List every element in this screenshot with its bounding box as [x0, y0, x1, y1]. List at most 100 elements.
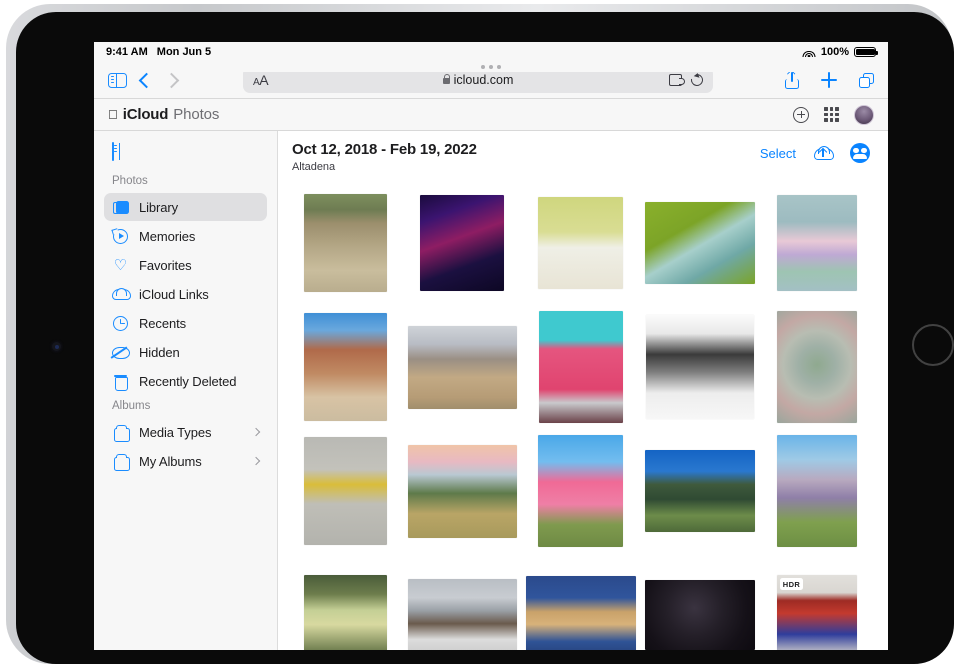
cursor-ring — [912, 324, 954, 366]
lock-icon — [442, 74, 451, 84]
photo-cell[interactable] — [764, 185, 871, 301]
photo-cell[interactable] — [292, 309, 399, 425]
photo-thumbnail-dessert-plate-on-green-cloth[interactable] — [644, 202, 755, 284]
photo-thumbnail-yellow-gerbera-daisy[interactable] — [303, 437, 387, 545]
text-size-button[interactable]: AA — [253, 72, 269, 88]
sidebar-item-label: Hidden — [139, 344, 180, 360]
photo-thumbnail-person-in-red-doorway[interactable]: HDR — [776, 575, 857, 650]
photo-thumbnail-pastries-on-white-plate[interactable] — [538, 197, 623, 289]
photo-thumbnail-mountain-pond-with-pines[interactable] — [644, 450, 755, 532]
photo-thumbnail-dancer-in-pink-dress-outdoors[interactable] — [538, 435, 623, 547]
sidebar-item-memories[interactable]: Memories — [104, 222, 267, 250]
chevron-right-icon — [251, 456, 261, 466]
brand-app-label: Photos — [163, 106, 219, 123]
photo-cell[interactable]: HDR — [764, 557, 871, 650]
photo-thumbnail-desert-boulders-landscape[interactable] — [407, 325, 517, 409]
dot — [497, 65, 501, 69]
trash-icon — [112, 373, 129, 391]
tabs-overview-icon[interactable] — [859, 72, 874, 88]
photo-thumbnail-dark-plums-closeup[interactable] — [644, 580, 755, 650]
sidebar-item-icloud-links[interactable]: iCloud Links — [104, 280, 267, 308]
sidebar-item-recents[interactable]: Recents — [104, 309, 267, 337]
photo-thumbnail-portrait-black-and-white-smile[interactable] — [645, 315, 754, 419]
photo-cell[interactable] — [407, 433, 517, 549]
status-time: 9:41 AM — [106, 46, 148, 58]
puzzle-extension-icon[interactable] — [669, 74, 685, 86]
forward-button[interactable] — [163, 72, 180, 88]
photo-thumbnail-portrait-striped-sweater-meadow[interactable] — [776, 435, 857, 547]
photo-thumbnail-green-plant-spike-closeup[interactable] — [303, 575, 387, 650]
photo-thumbnail-macarons-flower-arrangement[interactable] — [776, 195, 857, 291]
photo-cell[interactable] — [644, 185, 755, 301]
photo-cell[interactable] — [525, 557, 636, 650]
photo-cell[interactable] — [408, 185, 517, 301]
sidebar-item-media-types[interactable]: Media Types — [104, 418, 267, 446]
hdr-badge: HDR — [779, 578, 804, 590]
shared-album-icon[interactable] — [850, 143, 870, 163]
battery-icon — [854, 46, 878, 58]
sidebar-item-label: Recents — [139, 315, 186, 331]
sidebar-toggle-button[interactable] — [108, 72, 127, 88]
sidebar-sections: Photos Library Memories ♡ Favorites iCloud Li… — [94, 171, 277, 475]
photo-cell[interactable] — [644, 557, 755, 650]
photo-thumbnail-pink-frosted-layer-cake[interactable] — [538, 311, 623, 423]
cloud-upload-icon[interactable] — [814, 146, 834, 160]
url-text: icloud.com — [453, 73, 514, 87]
photo-cell[interactable] — [764, 309, 871, 425]
select-button[interactable]: Select — [760, 146, 796, 161]
sidebar-item-favorites[interactable]: ♡ Favorites — [104, 251, 267, 279]
page-title: Oct 12, 2018 - Feb 19, 2022 — [292, 141, 477, 158]
wifi-icon — [802, 47, 816, 57]
reload-icon[interactable] — [688, 71, 706, 89]
brand-icloud-label: iCloud — [113, 106, 169, 123]
sidebar-item-label: Recently Deleted — [139, 373, 237, 389]
sidebar-item-my-albums[interactable]: My Albums — [104, 447, 267, 475]
icloud-app-header:  iCloud Photos — [94, 99, 888, 131]
photo-thumbnail-person-in-field-at-sunset[interactable] — [407, 444, 517, 538]
photo-cell[interactable] — [407, 309, 517, 425]
photo-thumbnail-neon-burgers-diner-at-night[interactable] — [420, 195, 504, 291]
app-grid-icon[interactable] — [824, 107, 839, 122]
plus-icon[interactable] — [821, 72, 837, 88]
share-icon[interactable] — [785, 71, 799, 89]
address-bar-actions — [669, 71, 706, 89]
sidebar-item-hidden[interactable]: Hidden — [104, 338, 267, 366]
cloud-link-icon — [112, 286, 131, 303]
ios-status-bar: 9:41 AM Mon Jun 5 100% — [94, 42, 888, 62]
photo-cell[interactable] — [292, 433, 399, 549]
status-bar-left: 9:41 AM Mon Jun 5 — [106, 46, 211, 58]
front-camera-dot — [52, 342, 61, 351]
photo-thumbnail-portrait-cloudy-sky-background[interactable] — [407, 579, 517, 650]
sidebar-collapse-button[interactable] — [94, 139, 277, 171]
sidebar-item-library[interactable]: Library — [104, 193, 267, 221]
photo-cell[interactable] — [292, 557, 399, 650]
sidebar-panel-icon — [112, 142, 117, 161]
photo-cell[interactable] — [526, 433, 636, 549]
photo-thumbnail-red-rock-canyon-hiker[interactable] — [303, 313, 387, 421]
back-button[interactable] — [138, 72, 155, 88]
sidebar-item-recently-deleted[interactable]: Recently Deleted — [104, 367, 267, 395]
status-date: Mon Jun 5 — [156, 46, 212, 58]
photo-cell[interactable] — [407, 557, 517, 650]
photo-cell[interactable] — [644, 433, 755, 549]
circle-plus-icon[interactable] — [793, 106, 809, 123]
photo-thumbnail-succulent-echeveria-closeup[interactable] — [776, 311, 857, 423]
photo-thumbnail-child-with-yellow-float-in-river[interactable] — [303, 194, 387, 292]
photo-cell[interactable] — [526, 309, 636, 425]
user-avatar[interactable] — [854, 104, 874, 125]
sidebar-section-title: Photos — [112, 175, 148, 187]
clock-icon — [112, 315, 129, 332]
photos-header-actions: Select — [760, 141, 870, 163]
app-header-actions — [793, 104, 874, 125]
sidebar-item-label: Favorites — [139, 257, 192, 273]
photo-thumbnail-perfume-bottle-on-denim[interactable] — [525, 576, 636, 650]
safari-right-actions — [785, 71, 874, 89]
eye-slash-icon — [112, 344, 130, 361]
icloud-brand[interactable]:  iCloud Photos — [108, 106, 219, 123]
photos-sidebar: Photos Library Memories ♡ Favorites iCloud Li… — [94, 131, 278, 650]
photo-cell[interactable] — [526, 185, 636, 301]
photo-cell[interactable] — [645, 309, 755, 425]
page-subtitle: Altadena — [292, 161, 336, 173]
photo-cell[interactable] — [292, 185, 399, 301]
photo-cell[interactable] — [764, 433, 871, 549]
